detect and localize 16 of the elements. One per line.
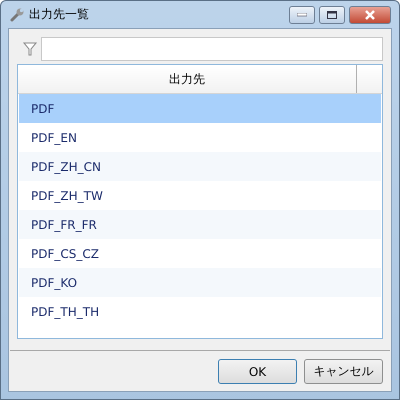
close-icon	[364, 10, 376, 20]
minimize-icon	[297, 12, 307, 16]
minimize-button[interactable]	[289, 6, 315, 24]
filter-icon	[23, 41, 37, 57]
table-row[interactable]: PDF_FR_FR	[19, 210, 381, 239]
ok-button[interactable]: OK	[218, 359, 297, 384]
close-button[interactable]	[349, 6, 391, 24]
cancel-button[interactable]: キャンセル	[304, 359, 383, 384]
maximize-button[interactable]	[319, 6, 345, 24]
table-row[interactable]: PDF	[19, 94, 381, 123]
window-title: 出力先一覧	[29, 6, 90, 23]
maximize-icon	[327, 10, 337, 18]
filter-field[interactable]	[41, 37, 383, 61]
wrench-icon	[9, 6, 25, 22]
table-row[interactable]: PDF_KO	[19, 268, 381, 297]
table-row[interactable]: PDF_ZH_CN	[19, 152, 381, 181]
